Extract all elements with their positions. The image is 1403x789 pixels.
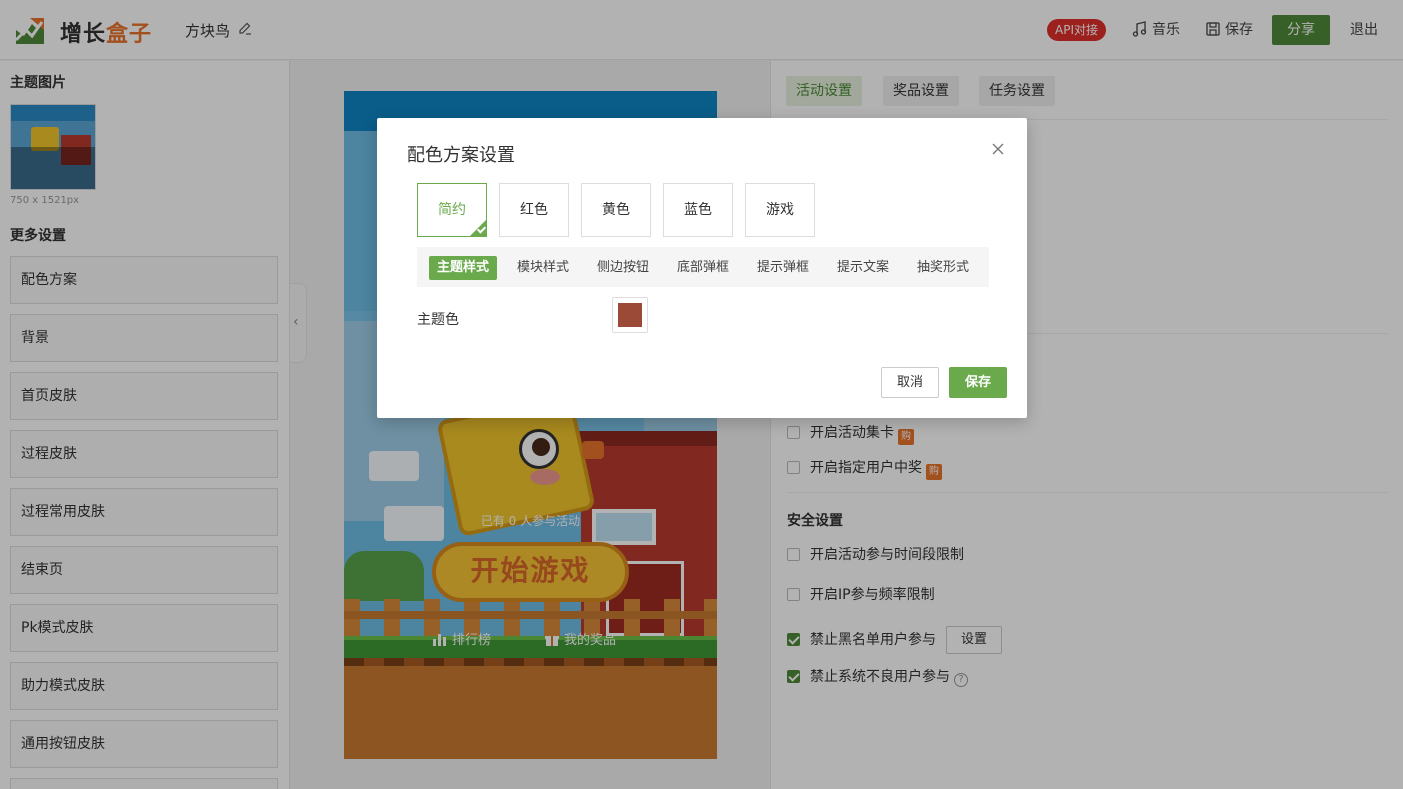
theme-color-swatch: [618, 303, 642, 327]
subtab-module-style[interactable]: 模块样式: [509, 256, 577, 280]
subtab-side-buttons[interactable]: 侧边按钮: [589, 256, 657, 280]
subtab-hint-popup[interactable]: 提示弹框: [749, 256, 817, 280]
subtab-hint-text[interactable]: 提示文案: [829, 256, 897, 280]
theme-color-picker[interactable]: [612, 297, 648, 333]
save-button[interactable]: 保存: [949, 367, 1007, 398]
style-subtabs: 主题样式 模块样式 侧边按钮 底部弹框 提示弹框 提示文案 抽奖形式: [417, 247, 989, 287]
scheme-yellow[interactable]: 黄色: [581, 183, 651, 237]
scheme-game[interactable]: 游戏: [745, 183, 815, 237]
theme-color-label: 主题色: [417, 312, 459, 328]
subtab-bottom-popup[interactable]: 底部弹框: [669, 256, 737, 280]
close-icon[interactable]: [991, 142, 1005, 156]
scheme-red[interactable]: 红色: [499, 183, 569, 237]
dialog-title: 配色方案设置: [407, 145, 515, 166]
cancel-button[interactable]: 取消: [881, 367, 939, 398]
scheme-blue[interactable]: 蓝色: [663, 183, 733, 237]
scheme-simple[interactable]: 简约: [417, 183, 487, 237]
subtab-lottery-form[interactable]: 抽奖形式: [909, 256, 977, 280]
color-scheme-dialog: 配色方案设置 简约 红色 黄色 蓝色 游戏 主题样式 模块样式 侧边按钮 底部弹…: [377, 118, 1027, 418]
subtab-theme-style[interactable]: 主题样式: [429, 256, 498, 280]
